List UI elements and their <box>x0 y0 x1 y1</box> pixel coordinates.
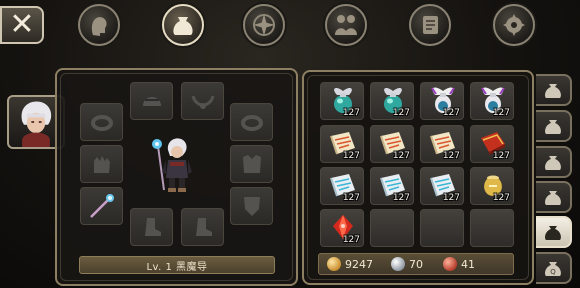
inventory-slot[interactable]: 127 <box>320 209 364 247</box>
inventory-slot[interactable]: 127 <box>470 167 514 205</box>
character-preview <box>130 120 224 216</box>
item-count: 127 <box>442 108 460 118</box>
tab-inventory[interactable] <box>162 4 204 46</box>
shield-slot[interactable] <box>230 187 273 225</box>
item-count: 127 <box>492 108 510 118</box>
bag-tab-bag-3[interactable] <box>536 146 572 178</box>
tab-settings[interactable] <box>493 4 535 46</box>
bag-icon <box>545 120 561 134</box>
silver-coin-icon <box>391 257 405 271</box>
boots-icon <box>195 218 212 236</box>
gold-coin-icon <box>327 257 341 271</box>
ring-left-slot[interactable] <box>80 103 123 141</box>
quest-bag-icon: Q <box>545 262 561 276</box>
inventory-slot[interactable] <box>370 209 414 247</box>
inventory-slot[interactable]: 127 <box>370 125 414 163</box>
tab-party[interactable] <box>325 4 367 46</box>
inventory-slot[interactable] <box>470 209 514 247</box>
staff-icon <box>89 194 114 218</box>
item-count: 127 <box>392 193 410 203</box>
item-count: 127 <box>492 193 510 203</box>
two-people-icon <box>335 15 357 35</box>
inventory-slot[interactable] <box>420 209 464 247</box>
item-count: 127 <box>442 151 460 161</box>
armor-icon <box>242 155 261 173</box>
gear-icon <box>503 14 525 36</box>
silver-amount: 70 <box>409 257 423 271</box>
item-count: 127 <box>392 151 410 161</box>
inventory-slot[interactable]: 127 <box>370 167 414 205</box>
item-count: 127 <box>342 193 360 203</box>
inventory-slot[interactable]: 127 <box>420 125 464 163</box>
red-coin-icon <box>443 257 457 271</box>
bag-tab-quest-bag[interactable]: Q <box>536 252 572 284</box>
game-inventory-screen: ✕ Lv. 1 黑魔导 127 127 127 127 127 127 127 … <box>0 0 580 288</box>
compass-star-icon <box>253 14 275 36</box>
red-amount: 41 <box>461 257 475 271</box>
inventory-slot[interactable]: 127 <box>320 82 364 120</box>
bag-tab-bag-4[interactable] <box>536 181 572 213</box>
gloves-icon <box>93 156 110 173</box>
bag-tab-bag-2[interactable] <box>536 110 572 142</box>
item-count: 127 <box>392 108 410 118</box>
bag-tab-bag-5[interactable] <box>536 216 572 248</box>
inventory-slot[interactable]: 127 <box>470 82 514 120</box>
inventory-slot[interactable]: 127 <box>320 167 364 205</box>
item-count: 127 <box>442 193 460 203</box>
tab-skills[interactable] <box>243 4 285 46</box>
tab-character[interactable] <box>78 4 120 46</box>
red-currency: 41 <box>443 257 475 271</box>
inventory-slot[interactable]: 127 <box>470 125 514 163</box>
boots-icon <box>144 218 161 236</box>
bag-icon <box>545 191 561 205</box>
necklace-slot[interactable] <box>181 82 224 120</box>
gold-currency: 9247 <box>327 257 373 271</box>
ring-right-slot[interactable] <box>230 103 273 141</box>
inventory-slot[interactable]: 127 <box>420 82 464 120</box>
armor-slot[interactable] <box>230 145 273 183</box>
gold-amount: 9247 <box>345 257 373 271</box>
gloves-slot[interactable] <box>80 145 123 183</box>
close-button[interactable]: ✕ <box>0 6 44 44</box>
bag-icon <box>173 17 193 35</box>
character-level-label: Lv. 1 黑魔导 <box>79 256 275 274</box>
helmet-slot[interactable] <box>130 82 173 120</box>
inventory-slot[interactable]: 127 <box>320 125 364 163</box>
item-count: 127 <box>342 235 360 245</box>
character-sprite <box>152 138 192 192</box>
shield-icon <box>243 197 260 216</box>
close-icon: ✕ <box>9 7 35 42</box>
bag-icon <box>545 156 561 170</box>
head-silhouette-icon <box>91 17 107 36</box>
necklace-icon <box>191 95 214 109</box>
weapon-slot[interactable] <box>80 187 123 225</box>
bag-icon <box>545 84 561 98</box>
silver-currency: 70 <box>391 257 423 271</box>
svg-text:Q: Q <box>550 268 556 276</box>
bag-tab-bag-1[interactable] <box>536 74 572 106</box>
currency-bar: 9247 70 41 <box>318 253 514 275</box>
ring-icon <box>240 115 263 131</box>
ring-icon <box>90 115 113 131</box>
bag-icon <box>545 226 561 240</box>
item-count: 127 <box>342 108 360 118</box>
helmet-icon <box>142 97 161 106</box>
inventory-slot[interactable]: 127 <box>370 82 414 120</box>
inventory-slot[interactable]: 127 <box>420 167 464 205</box>
scroll-icon <box>423 16 438 34</box>
tab-quests[interactable] <box>409 4 451 46</box>
item-count: 127 <box>492 151 510 161</box>
item-count: 127 <box>342 151 360 161</box>
